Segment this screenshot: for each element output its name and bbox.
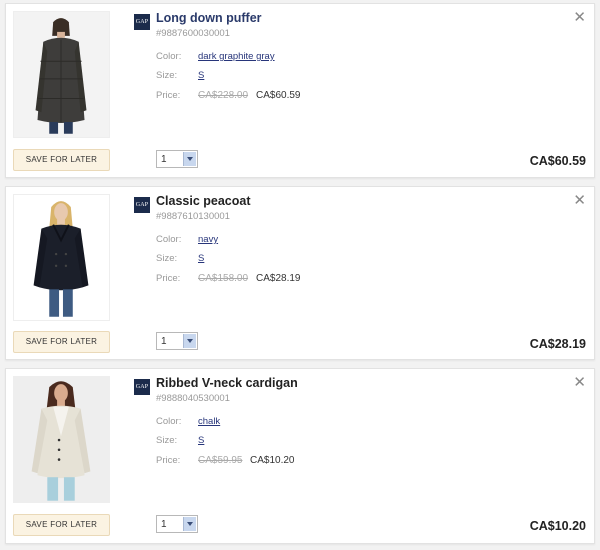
cart-item: SAVE FOR LATER GAP Long down puffer #988… <box>5 3 595 178</box>
line-total: CA$28.19 <box>529 337 586 351</box>
remove-item-close-icon[interactable]: ✕ <box>573 10 586 25</box>
product-sku: #9887610130001 <box>156 211 230 222</box>
size-label: Size: <box>156 253 178 264</box>
cart-item: SAVE FOR LATER GAP Classic peacoat #9887… <box>5 186 595 360</box>
color-label: Color: <box>156 51 182 62</box>
product-title[interactable]: Long down puffer <box>156 11 262 25</box>
size-value-link[interactable]: S <box>198 253 204 264</box>
save-for-later-button[interactable]: SAVE FOR LATER <box>13 331 110 353</box>
size-label: Size: <box>156 70 178 81</box>
chevron-down-icon[interactable] <box>183 517 196 531</box>
product-image[interactable] <box>13 194 110 321</box>
color-value-link[interactable]: navy <box>198 234 218 245</box>
original-price: CA$228.00 <box>198 90 249 101</box>
color-label: Color: <box>156 416 182 427</box>
color-value-link[interactable]: dark graphite gray <box>198 51 275 62</box>
sale-price: CA$28.19 <box>256 273 301 284</box>
product-photo-peacoat <box>14 195 109 320</box>
size-label: Size: <box>156 435 178 446</box>
price-label: Price: <box>156 90 181 101</box>
price-label: Price: <box>156 455 181 466</box>
cart-item: SAVE FOR LATER GAP Ribbed V-neck cardiga… <box>5 368 595 544</box>
gap-logo-icon: GAP <box>134 379 150 395</box>
quantity-select[interactable]: 1 <box>156 332 198 350</box>
line-total: CA$60.59 <box>529 154 586 168</box>
save-for-later-button[interactable]: SAVE FOR LATER <box>13 514 110 536</box>
save-for-later-button[interactable]: SAVE FOR LATER <box>13 149 110 171</box>
sale-price: CA$60.59 <box>256 90 301 101</box>
original-price: CA$59.95 <box>198 455 243 466</box>
remove-item-close-icon[interactable]: ✕ <box>573 193 586 208</box>
quantity-value: 1 <box>161 154 167 165</box>
product-photo-cardigan <box>14 377 109 502</box>
size-value-link[interactable]: S <box>198 435 204 446</box>
chevron-down-icon[interactable] <box>183 152 196 166</box>
sale-price: CA$10.20 <box>250 455 295 466</box>
product-sku: #9888040530001 <box>156 393 230 404</box>
product-photo-puffer <box>14 12 109 137</box>
product-sku: #9887600030001 <box>156 28 230 39</box>
color-label: Color: <box>156 234 182 245</box>
price-label: Price: <box>156 273 181 284</box>
product-title[interactable]: Ribbed V-neck cardigan <box>156 376 298 390</box>
chevron-down-icon[interactable] <box>183 334 196 348</box>
quantity-select[interactable]: 1 <box>156 150 198 168</box>
product-image[interactable] <box>13 11 110 138</box>
gap-logo-icon: GAP <box>134 14 150 30</box>
quantity-select[interactable]: 1 <box>156 515 198 533</box>
line-total: CA$10.20 <box>529 519 586 533</box>
product-image[interactable] <box>13 376 110 503</box>
product-title[interactable]: Classic peacoat <box>156 194 251 208</box>
size-value-link[interactable]: S <box>198 70 204 81</box>
gap-logo-icon: GAP <box>134 197 150 213</box>
original-price: CA$158.00 <box>198 273 249 284</box>
remove-item-close-icon[interactable]: ✕ <box>573 375 586 390</box>
quantity-value: 1 <box>161 336 167 347</box>
color-value-link[interactable]: chalk <box>198 416 220 427</box>
quantity-value: 1 <box>161 519 167 530</box>
